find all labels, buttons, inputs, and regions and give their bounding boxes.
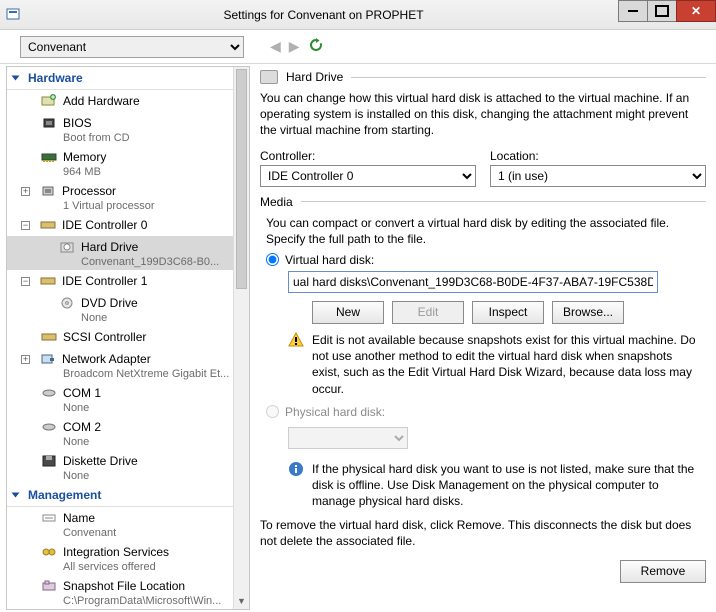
tree-ide0[interactable]: −IDE Controller 0 [7,214,249,236]
titlebar: Settings for Convenant on PROPHET [0,0,716,30]
integration-icon [41,545,57,559]
window-title: Settings for Convenant on PROPHET [28,8,619,22]
app-icon [6,7,22,23]
warning-icon [288,332,304,397]
browse-button[interactable]: Browse... [552,301,624,324]
tree-ide1[interactable]: −IDE Controller 1 [7,270,249,292]
scroll-down-icon[interactable]: ▼ [234,593,249,609]
controller-select[interactable]: IDE Controller 0 [260,165,476,187]
tree-com1[interactable]: COM 1 None [7,382,249,416]
section-management[interactable]: Management [7,484,249,507]
location-select[interactable]: 1 (in use) [490,165,706,187]
snapshot-icon [41,579,57,593]
physical-radio [266,405,279,418]
remove-description: To remove the virtual hard disk, click R… [260,517,706,549]
tree-com1-sub: None [41,402,245,414]
physical-select [288,427,408,449]
info-icon [288,461,304,510]
section-hardware[interactable]: Hardware [7,67,249,90]
tree-integration-sub: All services offered [41,561,245,573]
tree-snapshot-sub: C:\ProgramData\Microsoft\Win... [41,595,245,607]
tree-memory-sub: 964 MB [41,166,245,178]
expand-icon[interactable]: + [21,187,30,196]
inspect-button[interactable]: Inspect [472,301,544,324]
vm-selector[interactable]: Convenant [20,36,244,58]
collapse-icon[interactable]: − [21,221,30,230]
media-heading: Media [260,195,293,209]
info-text: If the physical hard disk you want to us… [312,461,700,510]
cpu-icon [40,184,56,198]
divider [351,77,706,78]
hard-drive-icon [260,70,278,84]
refresh-icon[interactable] [308,37,324,56]
tree-com2[interactable]: COM 2 None [7,416,249,450]
tree-name[interactable]: Name Convenant [7,507,249,541]
chip-icon [41,116,57,130]
hard-drive-icon [59,240,75,254]
close-button[interactable] [676,0,716,22]
detail-heading: Hard Drive [286,70,343,84]
settings-detail: Hard Drive You can change how this virtu… [254,64,716,612]
vhd-path-input[interactable] [288,271,658,293]
nav-back-icon[interactable]: ◀ [270,38,281,55]
toolbar: Convenant ◀ ▶ [0,30,716,64]
nic-icon [40,352,56,366]
new-button[interactable]: New [312,301,384,324]
tree-nic[interactable]: +Network Adapter Broadcom NetXtreme Giga… [7,348,249,382]
maximize-button[interactable] [647,0,677,22]
scsi-icon [41,330,57,344]
expand-icon[interactable]: + [21,355,30,364]
vhd-radio[interactable] [266,253,279,266]
media-heading-row: Media [260,195,706,209]
physical-label: Physical hard disk: [285,405,385,419]
controller-icon [40,274,56,288]
tree-name-sub: Convenant [41,527,245,539]
tree-dvd[interactable]: DVD Drive None [7,292,249,326]
com-icon [41,386,57,400]
warning-text: Edit is not available because snapshots … [312,332,700,397]
dvd-icon [59,296,75,310]
detail-heading-row: Hard Drive [260,70,706,84]
edit-button: Edit [392,301,464,324]
tree-diskette-sub: None [41,470,245,482]
tree-hard-drive[interactable]: Hard Drive Convenant_199D3C68-B0... [7,236,249,270]
controller-icon [40,218,56,232]
tree-processor[interactable]: +Processor 1 Virtual processor [7,180,249,214]
tree-integration[interactable]: Integration Services All services offere… [7,541,249,575]
name-icon [41,511,57,525]
add-hardware-icon [41,94,57,108]
nav-forward-icon[interactable]: ▶ [289,38,300,55]
location-label: Location: [490,149,706,163]
memory-icon [41,150,57,164]
controller-label: Controller: [260,149,476,163]
tree-hard-drive-sub: Convenant_199D3C68-B0... [59,256,245,268]
window-buttons [619,0,716,29]
tree-diskette[interactable]: Diskette Drive None [7,450,249,484]
tree-snapshot-location[interactable]: Snapshot File Location C:\ProgramData\Mi… [7,575,249,609]
collapse-icon[interactable]: − [21,277,30,286]
vhd-label: Virtual hard disk: [285,253,374,267]
tree-memory[interactable]: Memory 964 MB [7,146,249,180]
tree-scsi[interactable]: SCSI Controller [7,326,249,348]
tree-com2-sub: None [41,436,245,448]
diskette-icon [41,454,57,468]
media-description: You can compact or convert a virtual har… [266,215,700,247]
tree-nic-sub: Broadcom NetXtreme Gigabit Et... [41,368,245,380]
tree-dvd-sub: None [59,312,245,324]
divider [301,201,706,202]
tree-processor-sub: 1 Virtual processor [41,200,245,212]
tree-add-hardware[interactable]: Add Hardware [7,90,249,112]
tree-bios[interactable]: BIOS Boot from CD [7,112,249,146]
minimize-button[interactable] [618,0,648,22]
tree-scrollbar[interactable]: ▲ ▼ [233,67,249,609]
remove-button[interactable]: Remove [620,560,706,583]
tree-bios-sub: Boot from CD [41,132,245,144]
detail-description: You can change how this virtual hard dis… [260,90,706,139]
scroll-thumb[interactable] [236,69,247,289]
settings-tree: Hardware Add Hardware BIOS Boot from CD … [6,66,250,610]
tree-smart-paging[interactable]: Smart Paging File Location C:\ProgramDat… [7,609,249,610]
com-icon [41,420,57,434]
